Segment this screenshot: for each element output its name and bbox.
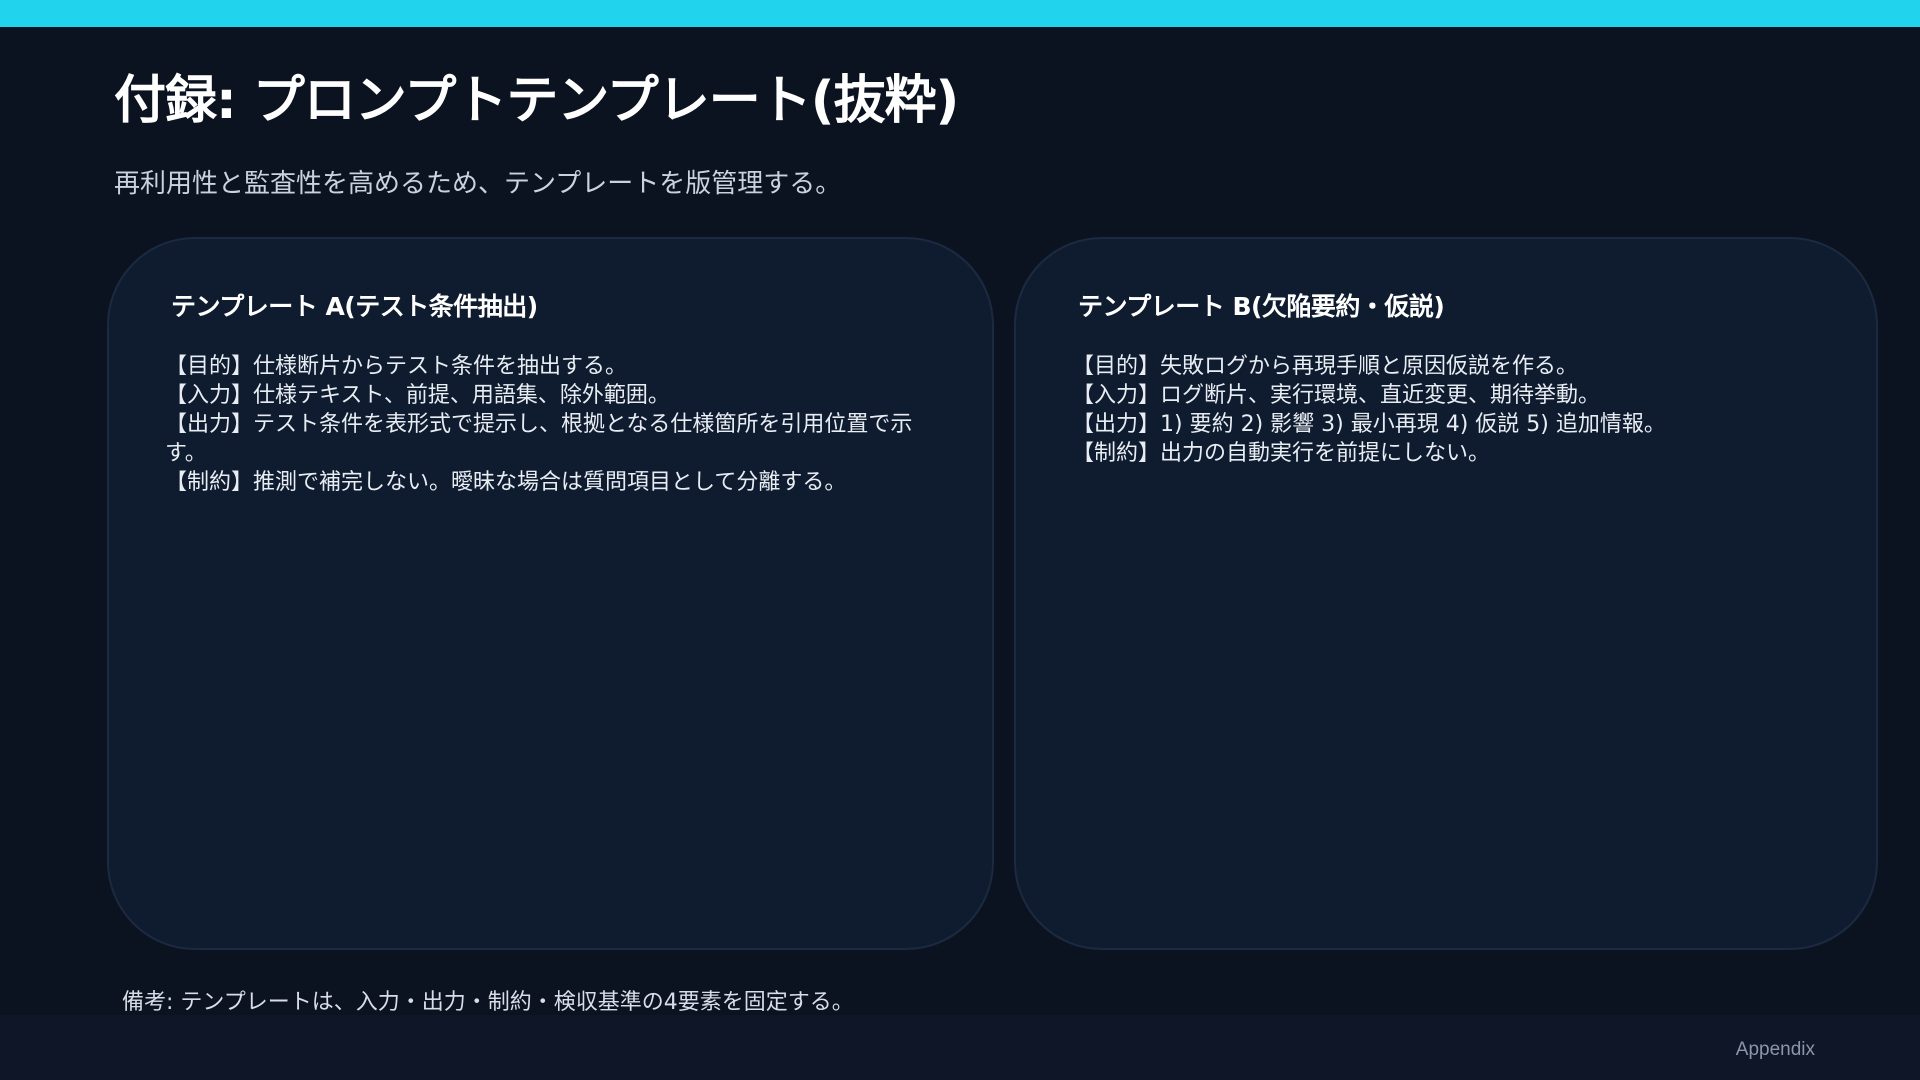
template-b-output: 【出力】1) 要約 2) 影響 3) 最小再現 4) 仮説 5) 追加情報。 (1072, 412, 1666, 437)
accent-top-bar (0, 0, 1920, 27)
template-a-lines: 【目的】仕様断片からテスト条件を抽出する。 【入力】仕様テキスト、前提、用語集、… (165, 352, 922, 497)
template-b-title: テンプレート B(欠陥要約・仮説) (1078, 292, 1445, 321)
template-b-input: 【入力】ログ断片、実行環境、直近変更、期待挙動。 (1072, 383, 1601, 408)
footer-bar: Appendix (0, 1015, 1920, 1080)
template-a-card: テンプレート A(テスト条件抽出) 【目的】仕様断片からテスト条件を抽出する。 … (107, 237, 994, 950)
template-a-output: 【出力】テスト条件を表形式で提示し、根拠となる仕様箇所を引用位置で示す。 (165, 412, 913, 466)
slide-title: 付録: プロンプトテンプレート(抜粋) (114, 71, 959, 131)
template-b-lines: 【目的】失敗ログから再現手順と原因仮説を作る。 【入力】ログ断片、実行環境、直近… (1072, 352, 1806, 468)
slide: 付録: プロンプトテンプレート(抜粋) 再利用性と監査性を高めるため、テンプレー… (0, 0, 1920, 1080)
slide-note: 備考: テンプレートは、入力・出力・制約・検収基準の4要素を固定する。 (122, 990, 854, 1015)
template-a-title: テンプレート A(テスト条件抽出) (171, 292, 538, 321)
template-b-purpose: 【目的】失敗ログから再現手順と原因仮説を作る。 (1072, 354, 1579, 379)
template-a-input: 【入力】仕様テキスト、前提、用語集、除外範囲。 (165, 383, 670, 408)
footer-section-label: Appendix (1735, 1039, 1815, 1060)
template-a-constraint: 【制約】推測で補完しない。曖昧な場合は質問項目として分離する。 (165, 470, 847, 495)
slide-subtitle: 再利用性と監査性を高めるため、テンプレートを版管理する。 (114, 169, 842, 199)
template-a-purpose: 【目的】仕様断片からテスト条件を抽出する。 (165, 354, 628, 379)
template-b-card: テンプレート B(欠陥要約・仮説) 【目的】失敗ログから再現手順と原因仮説を作る… (1014, 237, 1878, 950)
template-b-constraint: 【制約】出力の自動実行を前提にしない。 (1072, 441, 1491, 466)
